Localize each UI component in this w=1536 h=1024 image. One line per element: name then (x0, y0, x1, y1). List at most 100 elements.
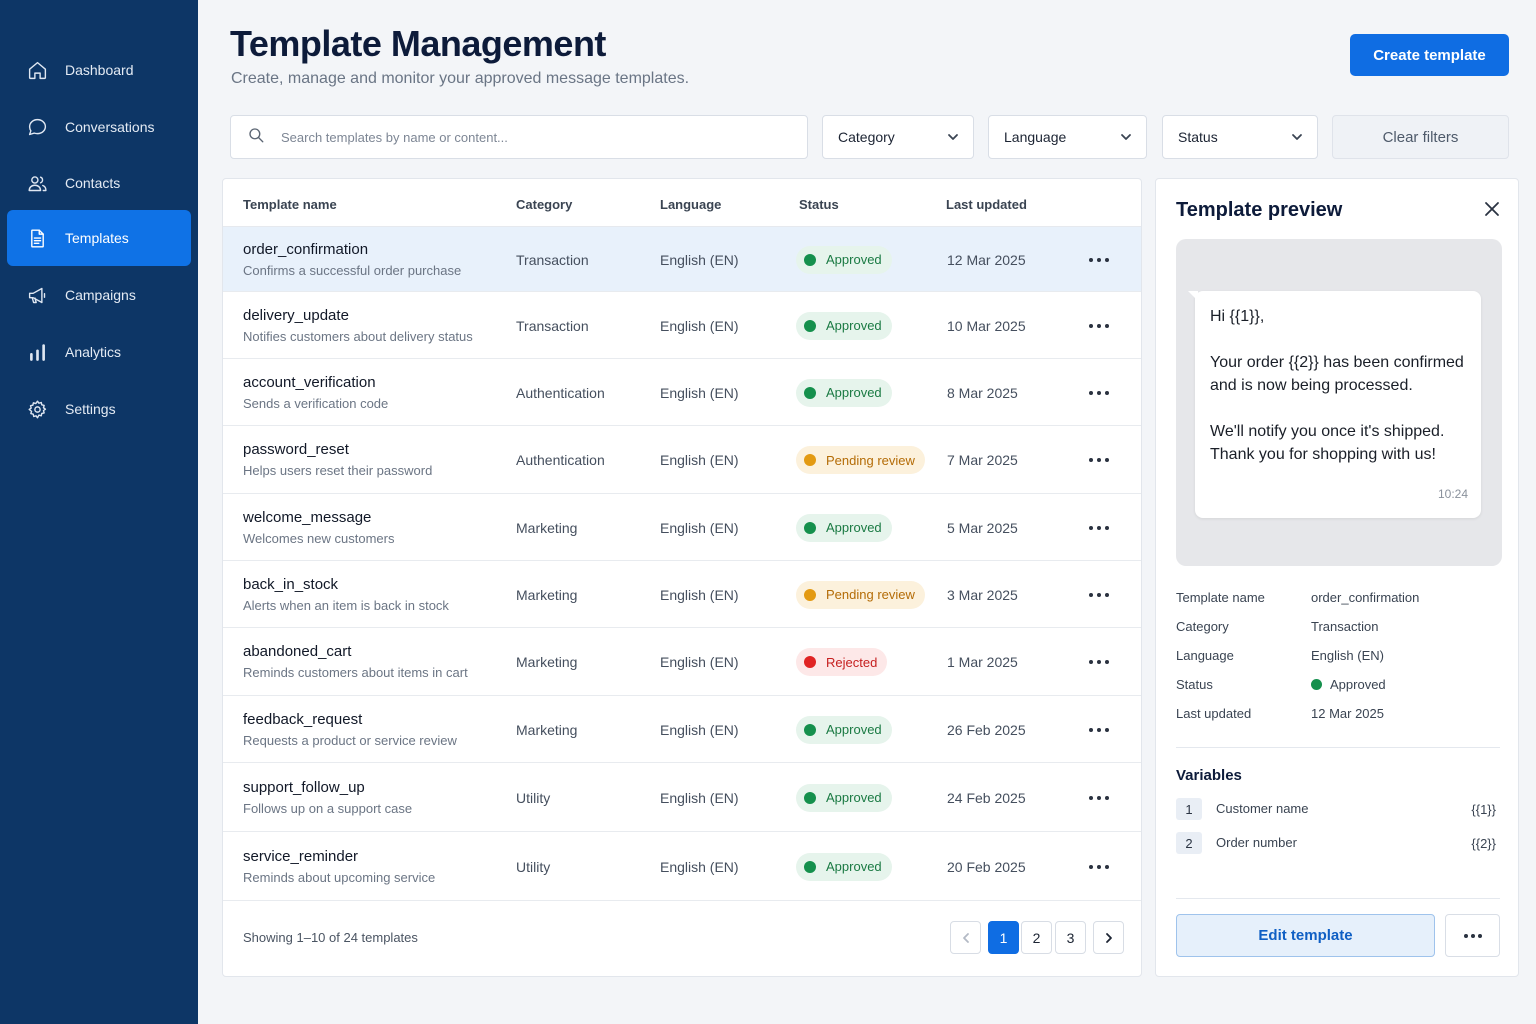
pagination-summary: Showing 1–10 of 24 templates (243, 930, 418, 945)
status-badge: Approved (796, 715, 892, 744)
language-cell: English (EN) (660, 452, 739, 468)
template-name: feedback_request (243, 710, 363, 728)
category-cell: Transaction (516, 251, 589, 268)
row-actions-icon[interactable] (1089, 720, 1109, 740)
sidebar-item-label: Settings (65, 401, 116, 417)
status-dot (804, 253, 816, 266)
variable-name: Order number (1216, 835, 1297, 850)
row-actions-icon[interactable] (1089, 788, 1109, 808)
row-actions-icon[interactable] (1089, 383, 1109, 403)
more-options-button[interactable] (1445, 914, 1500, 957)
chevron-down-icon (1292, 134, 1302, 140)
table-header: Template name Category Language Status L… (223, 179, 1141, 227)
detail-label: Status (1176, 677, 1213, 692)
last-updated-cell: 26 Feb 2025 (947, 721, 1026, 738)
search-input[interactable] (281, 129, 761, 145)
table-row[interactable]: back_in_stock Alerts when an item is back… (223, 561, 1141, 628)
template-description: Confirms a successful order purchase (243, 262, 462, 278)
sidebar-item-settings[interactable]: Settings (7, 381, 191, 437)
page-title: Template Management (230, 23, 606, 64)
status-filter[interactable]: Status (1162, 115, 1318, 159)
status-label: Rejected (826, 654, 878, 670)
language-cell: English (EN) (660, 251, 739, 268)
status-label: Pending review (826, 587, 915, 602)
variable-token: {{2}} (1471, 836, 1496, 851)
template-name-cell: back_in_stock Alerts when an item is back… (243, 576, 449, 613)
sidebar-item-campaigns[interactable]: Campaigns (7, 267, 191, 323)
table-row[interactable]: order_confirmation Confirms a successful … (223, 227, 1141, 292)
table-row[interactable]: feedback_request Requests a product or se… (223, 696, 1141, 763)
last-updated-cell: 1 Mar 2025 (947, 654, 1018, 670)
row-actions-icon[interactable] (1089, 250, 1109, 270)
column-header-status[interactable]: Status (799, 197, 839, 212)
status-badge: Approved (796, 378, 892, 407)
table-row[interactable]: welcome_message Welcomes new customers Mar… (223, 494, 1141, 561)
template-description: Follows up on a support case (243, 800, 413, 816)
next-page-button[interactable] (1093, 921, 1124, 954)
message-preview: Hi {{1}}, Your order {{2}} has been conf… (1176, 239, 1502, 566)
gear-icon (26, 398, 48, 420)
table-row[interactable]: support_follow_up Follows up on a support… (223, 763, 1141, 832)
prev-page-button[interactable] (950, 921, 981, 954)
last-updated-cell: 24 Feb 2025 (947, 789, 1026, 806)
table-row[interactable]: abandoned_cart Reminds customers about it… (223, 628, 1141, 696)
variables-title: Variables (1176, 767, 1242, 784)
status-dot (1311, 679, 1322, 690)
sidebar-item-contacts[interactable]: Contacts (7, 155, 191, 211)
table-row[interactable]: service_reminder Reminds about upcoming s… (223, 832, 1141, 901)
page-button[interactable]: 3 (1055, 921, 1086, 954)
detail-value: Transaction (1311, 619, 1379, 634)
template-name-cell: delivery_update Notifies customers about … (243, 307, 473, 344)
column-header-language[interactable]: Language (660, 197, 721, 212)
column-header-name[interactable]: Template name (243, 197, 337, 212)
sidebar-item-dashboard[interactable]: Dashboard (7, 42, 191, 98)
bubble-tail (1188, 291, 1198, 301)
variable-number: 2 (1176, 832, 1202, 854)
template-name: back_in_stock (243, 575, 339, 593)
message-time: 10:24 (1437, 487, 1468, 501)
column-header-category[interactable]: Category (516, 197, 572, 212)
table-row[interactable]: account_verification Sends a verification… (223, 359, 1141, 426)
edit-template-button[interactable]: Edit template (1176, 914, 1435, 957)
row-actions-icon[interactable] (1089, 518, 1109, 538)
status-label: Approved (826, 520, 882, 535)
sidebar-item-conversations[interactable]: Conversations (7, 99, 191, 155)
template-preview-panel: Template preview Hi {{1}}, Your order {{… (1155, 178, 1519, 977)
clear-filters-button[interactable]: Clear filters (1332, 115, 1509, 159)
last-updated-cell: 8 Mar 2025 (947, 384, 1018, 401)
page-button[interactable]: 2 (1021, 921, 1052, 954)
page-button[interactable]: 1 (988, 921, 1019, 954)
close-icon[interactable] (1482, 199, 1502, 219)
table-row[interactable]: password_reset Helps users reset their pa… (223, 426, 1141, 494)
last-updated-cell: 7 Mar 2025 (947, 452, 1018, 468)
message-line: Your order {{2}} has been confirmed and … (1210, 354, 1464, 394)
column-header-last-updated[interactable]: Last updated (946, 197, 1027, 212)
template-description: Sends a verification code (243, 395, 389, 411)
status-badge: Pending review (796, 446, 925, 474)
row-actions-icon[interactable] (1089, 450, 1109, 470)
template-name-cell: password_reset Helps users reset their pa… (243, 441, 432, 478)
language-filter[interactable]: Language (988, 115, 1147, 159)
status-label: Approved (826, 790, 882, 805)
chat-bubble-icon (26, 116, 48, 138)
table-row[interactable]: delivery_update Notifies customers about … (223, 292, 1141, 359)
message-bubble: Hi {{1}}, Your order {{2}} has been conf… (1188, 291, 1481, 518)
status-dot (804, 723, 816, 736)
category-filter-label: Category (838, 129, 895, 145)
last-updated-cell: 12 Mar 2025 (947, 251, 1026, 268)
variable-number: 1 (1176, 798, 1202, 820)
variable-token: {{1}} (1471, 802, 1496, 817)
category-cell: Marketing (516, 519, 578, 536)
row-actions-icon[interactable] (1089, 857, 1109, 877)
row-actions-icon[interactable] (1089, 585, 1109, 605)
category-filter[interactable]: Category (822, 115, 974, 159)
row-actions-icon[interactable] (1089, 652, 1109, 672)
language-cell: English (EN) (660, 654, 739, 670)
sidebar: Dashboard Conversations Contacts Templat… (0, 0, 198, 1024)
sidebar-item-templates[interactable]: Templates (7, 210, 191, 266)
row-actions-icon[interactable] (1089, 316, 1109, 336)
templates-table: Template name Category Language Status L… (222, 178, 1142, 977)
page-subtitle: Create, manage and monitor your approved… (231, 70, 690, 87)
create-template-button[interactable]: Create template (1350, 34, 1509, 76)
sidebar-item-analytics[interactable]: Analytics (7, 324, 191, 380)
